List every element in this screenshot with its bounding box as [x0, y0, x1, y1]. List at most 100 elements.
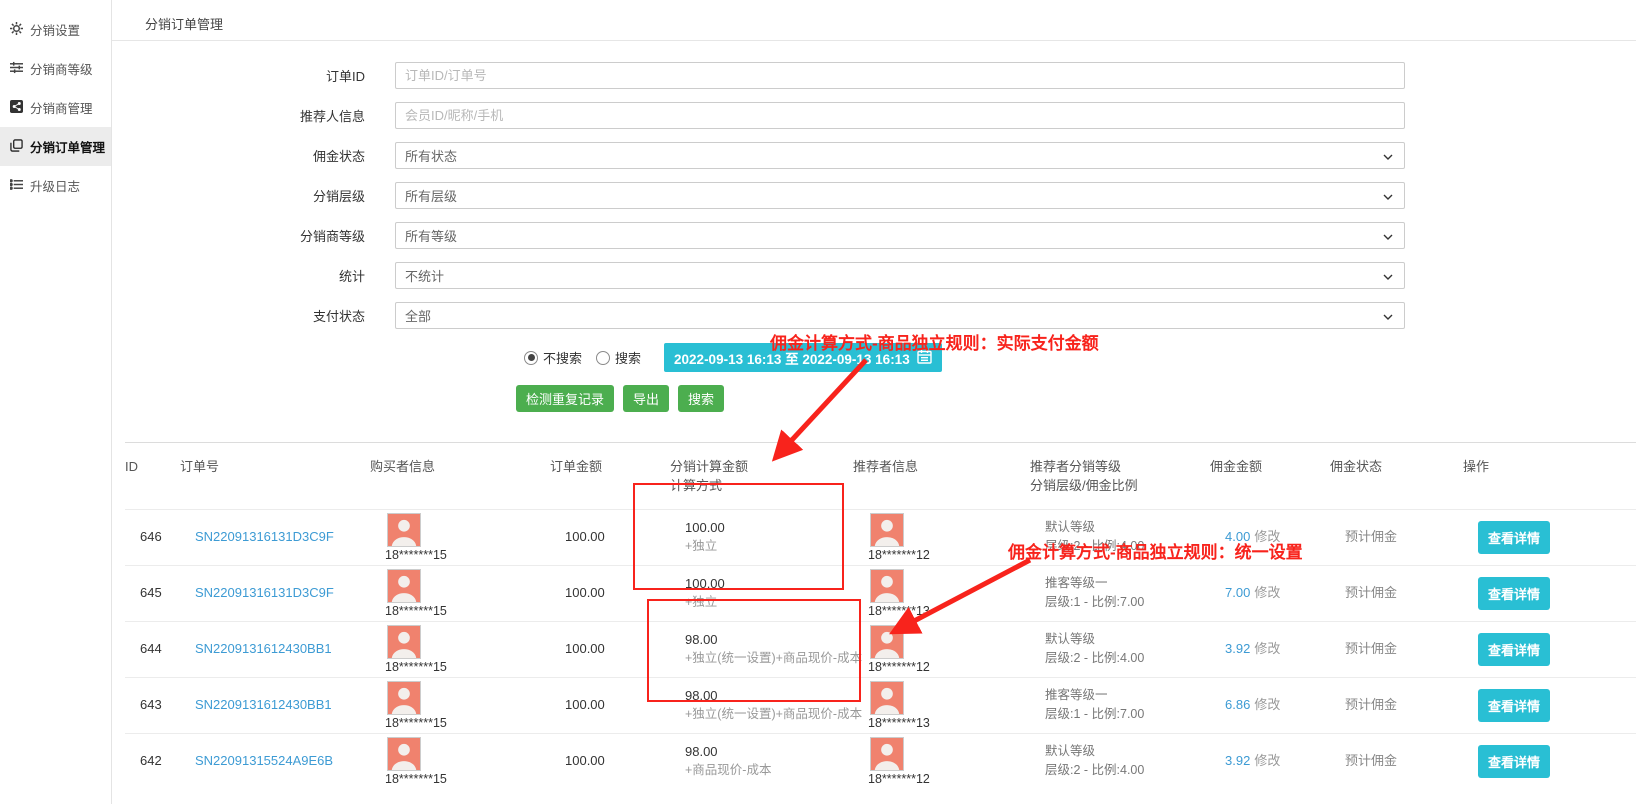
calc-amount: 100.00: [685, 519, 868, 537]
cell-referrer-grade: 推客等级一 层级:1 - 比例:7.00: [1045, 687, 1225, 723]
table-row: 642 SN22091315524A9E6B 18*******15 100.0…: [125, 733, 1636, 789]
buyer-avatar: [387, 569, 421, 603]
buyer-phone: 18*******15: [385, 547, 447, 565]
export-button[interactable]: 导出: [623, 385, 669, 412]
distribution-level-select[interactable]: 所有层级: [395, 182, 1405, 209]
buyer-avatar: [387, 737, 421, 771]
view-details-button[interactable]: 查看详情: [1478, 633, 1550, 666]
filter-form: 订单ID 推荐人信息 佣金状态 所有状态 分销层级 所有层级: [112, 41, 1636, 412]
view-details-button[interactable]: 查看详情: [1478, 521, 1550, 554]
referrer-avatar: [870, 681, 904, 715]
distributor-grade-select[interactable]: 所有等级: [395, 222, 1405, 249]
calc-method: +独立(统一设置)+商品现价-成本: [685, 650, 868, 668]
view-details-button[interactable]: 查看详情: [1478, 689, 1550, 722]
order-number-link[interactable]: SN2209131612430BB1: [195, 641, 332, 656]
commission-amount-link[interactable]: 3.92: [1225, 641, 1250, 656]
referrer-avatar: [870, 737, 904, 771]
radio-search[interactable]: 搜索: [596, 348, 641, 367]
modify-link[interactable]: 修改: [1254, 697, 1280, 712]
commission-amount-link[interactable]: 6.86: [1225, 697, 1250, 712]
header-commission-status: 佣金状态: [1330, 458, 1463, 496]
chevron-down-icon: [1383, 147, 1393, 165]
cell-buyer: 18*******15: [385, 622, 565, 677]
chevron-down-icon: [1383, 307, 1393, 325]
referrer-phone-link[interactable]: 18*******12: [868, 547, 930, 565]
sidebar-item-distributor-grade[interactable]: 分销商等级: [0, 49, 111, 88]
view-details-button[interactable]: 查看详情: [1478, 577, 1550, 610]
tab-distribution-orders[interactable]: 分销订单管理: [145, 17, 223, 32]
payment-status-select[interactable]: 全部: [395, 302, 1405, 329]
order-number-link[interactable]: SN22091315524A9E6B: [195, 753, 333, 768]
sidebar-item-distribution-orders[interactable]: 分销订单管理: [0, 127, 111, 166]
sidebar-item-distribution-settings[interactable]: 分销设置: [0, 10, 111, 49]
referrer-phone-link[interactable]: 18*******12: [868, 771, 930, 789]
modify-link[interactable]: 修改: [1254, 641, 1280, 656]
cell-commission: 3.92 修改: [1225, 752, 1345, 770]
calc-method: +商品现价-成本: [685, 762, 868, 780]
cell-buyer: 18*******15: [385, 678, 565, 733]
cell-commission: 3.92 修改: [1225, 640, 1345, 658]
cell-id: 644: [140, 640, 195, 658]
filter-label-statistics: 统计: [112, 266, 395, 285]
gear-icon: [10, 22, 23, 38]
referrer-grade: 默认等级: [1045, 743, 1225, 761]
modify-link[interactable]: 修改: [1254, 585, 1280, 600]
referrer-phone-link[interactable]: 18*******13: [868, 715, 930, 733]
referrer-grade-detail: 层级:1 - 比例:7.00: [1045, 594, 1225, 612]
referrer-grade: 推客等级一: [1045, 687, 1225, 705]
date-range-button[interactable]: 2022-09-13 16:13 至 2022-09-13 16:13: [664, 343, 942, 372]
cell-commission: 4.00 修改: [1225, 528, 1345, 546]
referrer-grade-detail: 层级:1 - 比例:7.00: [1045, 706, 1225, 724]
radio-no-search[interactable]: 不搜索: [524, 348, 582, 367]
selected-value: 所有层级: [405, 186, 457, 205]
tab-bar: 分销订单管理: [112, 0, 1636, 41]
search-button[interactable]: 搜索: [678, 385, 724, 412]
sidebar-item-label: 分销订单管理: [30, 137, 105, 156]
commission-amount-link[interactable]: 3.92: [1225, 753, 1250, 768]
cell-commission: 7.00 修改: [1225, 584, 1345, 602]
cell-id: 643: [140, 696, 195, 714]
sidebar-item-upgrade-log[interactable]: 升级日志: [0, 166, 111, 205]
buyer-phone: 18*******15: [385, 603, 447, 621]
radio-search-label: 搜索: [615, 348, 641, 367]
sidebar-item-label: 分销商管理: [30, 98, 93, 117]
cell-actions: 查看详情: [1478, 745, 1636, 778]
table-header: ID 订单号 购买者信息 订单金额 分销计算金额计算方式 推荐者信息 推荐者分销…: [125, 443, 1636, 509]
commission-amount-link[interactable]: 4.00: [1225, 529, 1250, 544]
cell-referrer-grade: 默认等级 层级:2 - 比例:4.00: [1045, 743, 1225, 779]
cell-calc-amount: 100.00 +独立: [685, 519, 868, 556]
orders-table: ID 订单号 购买者信息 订单金额 分销计算金额计算方式 推荐者信息 推荐者分销…: [125, 442, 1636, 789]
table-body: 646 SN22091316131D3C9F 18*******15 100.0…: [125, 509, 1636, 789]
date-search-row: 不搜索 搜索 2022-09-13 16:13 至 2022-09-13 16:…: [524, 343, 1636, 372]
cell-id: 642: [140, 752, 195, 770]
view-details-button[interactable]: 查看详情: [1478, 745, 1550, 778]
sidebar-item-distributor-management[interactable]: 分销商管理: [0, 88, 111, 127]
referrer-info-input[interactable]: [395, 102, 1405, 129]
statistics-select[interactable]: 不统计: [395, 262, 1405, 289]
header-buyer-info: 购买者信息: [370, 458, 550, 496]
referrer-phone-link[interactable]: 18*******13: [868, 603, 930, 621]
order-id-input[interactable]: [395, 62, 1405, 89]
commission-status-select[interactable]: 所有状态: [395, 142, 1405, 169]
modify-link[interactable]: 修改: [1254, 529, 1280, 544]
filter-label-distributor-grade: 分销商等级: [112, 226, 395, 245]
order-number-link[interactable]: SN22091316131D3C9F: [195, 585, 334, 600]
header-actions: 操作: [1463, 458, 1636, 496]
referrer-phone-link[interactable]: 18*******12: [868, 659, 930, 677]
referrer-grade: 推客等级一: [1045, 575, 1225, 593]
selected-value: 所有等级: [405, 226, 457, 245]
order-number-link[interactable]: SN2209131612430BB1: [195, 697, 332, 712]
modify-link[interactable]: 修改: [1254, 753, 1280, 768]
selected-value: 不统计: [405, 266, 444, 285]
commission-amount-link[interactable]: 7.00: [1225, 585, 1250, 600]
referrer-grade-detail: 层级:2 - 比例:4.00: [1045, 538, 1225, 556]
cell-buyer: 18*******15: [385, 566, 565, 621]
calc-method: +独立(统一设置)+商品现价-成本: [685, 706, 868, 724]
check-duplicates-button[interactable]: 检测重复记录: [516, 385, 614, 412]
order-number-link[interactable]: SN22091316131D3C9F: [195, 529, 334, 544]
cell-calc-amount: 100.00 +独立: [685, 575, 868, 612]
cell-commission-status: 预计佣金: [1345, 752, 1478, 770]
cell-referrer-grade: 默认等级 层级:2 - 比例:4.00: [1045, 519, 1225, 555]
cell-commission-status: 预计佣金: [1345, 584, 1478, 602]
cell-calc-amount: 98.00 +独立(统一设置)+商品现价-成本: [685, 631, 868, 668]
